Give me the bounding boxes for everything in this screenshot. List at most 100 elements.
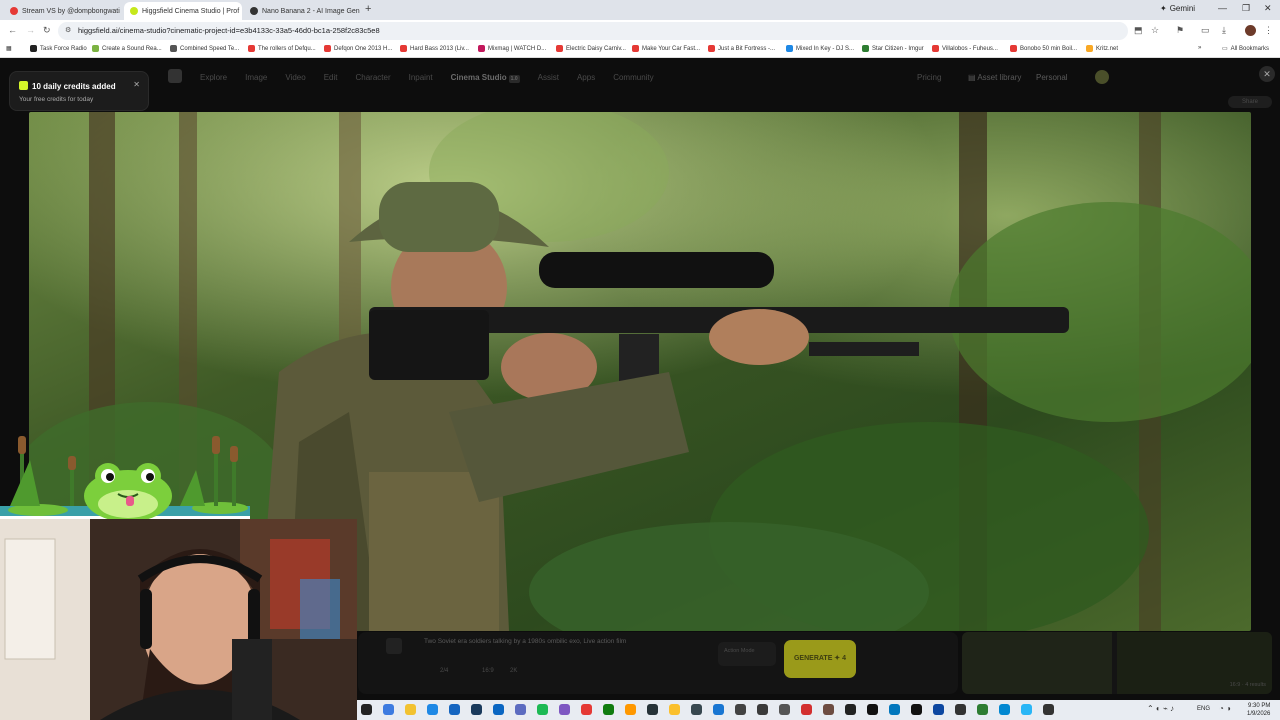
- action-mode-toggle[interactable]: Action Mode: [718, 642, 776, 666]
- bookmark-14[interactable]: Kritz.net: [1086, 45, 1118, 52]
- bookmark-star-icon[interactable]: ☆: [1151, 25, 1159, 36]
- close-window-icon[interactable]: ✕: [1264, 3, 1272, 14]
- app-icon[interactable]: [713, 704, 724, 715]
- close-tab-icon[interactable]: ✕: [239, 7, 242, 16]
- site-info-icon[interactable]: ⚙: [65, 26, 71, 34]
- app-icon[interactable]: [647, 704, 658, 715]
- app-icon[interactable]: [889, 704, 900, 715]
- batch-count[interactable]: 2/4: [440, 668, 448, 674]
- bookmark-11[interactable]: Star Citizen - Imgur: [862, 45, 924, 52]
- app-icon[interactable]: [625, 704, 636, 715]
- extensions-icon[interactable]: ⚑: [1176, 25, 1184, 36]
- app-icon[interactable]: [757, 704, 768, 715]
- profile-avatar[interactable]: [1245, 25, 1256, 36]
- back-icon[interactable]: ←: [8, 25, 17, 35]
- nav-edit[interactable]: Edit: [324, 73, 338, 82]
- forward-icon[interactable]: →: [26, 25, 35, 35]
- network-volume-icons[interactable]: ◔ ◑: [1219, 704, 1231, 713]
- taskbar-clock[interactable]: 9:30 PM 1/9/2026: [1247, 702, 1270, 718]
- xbox-icon[interactable]: [603, 704, 614, 715]
- app-icon[interactable]: [955, 704, 966, 715]
- app-icon[interactable]: [581, 704, 592, 715]
- teams-icon[interactable]: [515, 704, 526, 715]
- app-icon[interactable]: [1043, 704, 1054, 715]
- close-toast-icon[interactable]: ✕: [133, 80, 140, 89]
- copilot-icon[interactable]: [383, 704, 394, 715]
- bookmark-9[interactable]: Just a Bit Fortress -...: [708, 45, 775, 52]
- spotify-icon[interactable]: [537, 704, 548, 715]
- bookmark-2[interactable]: Combined Speed Te...: [170, 45, 239, 52]
- close-tab-icon[interactable]: ✕: [120, 7, 122, 16]
- minimize-icon[interactable]: —: [1218, 3, 1227, 13]
- steam-icon[interactable]: [471, 704, 482, 715]
- nav-inpaint[interactable]: Inpaint: [409, 73, 433, 82]
- app-icon[interactable]: [867, 704, 878, 715]
- reference-image-slot[interactable]: [386, 638, 402, 654]
- tray-icons[interactable]: ⌃ ◐ ⌁ ♪: [1147, 704, 1174, 713]
- maximize-icon[interactable]: ❐: [1242, 3, 1250, 14]
- bookmark-12[interactable]: Villalobos - Fuheus...: [932, 45, 998, 52]
- app-icon[interactable]: [933, 704, 944, 715]
- close-modal-button[interactable]: ✕: [1259, 66, 1275, 82]
- generate-button[interactable]: GENERATE ✦ 4: [784, 640, 856, 678]
- nav-assist[interactable]: Assist: [538, 73, 559, 82]
- all-bookmarks[interactable]: ▭ All Bookmarks: [1222, 45, 1269, 53]
- app-icon[interactable]: [779, 704, 790, 715]
- app-icon[interactable]: [691, 704, 702, 715]
- app-icon[interactable]: [1021, 704, 1032, 715]
- resolution[interactable]: 2K: [510, 668, 517, 674]
- prompt-input[interactable]: Two Soviet era soldiers talking by a 198…: [424, 638, 626, 645]
- install-app-icon[interactable]: ⬒: [1134, 25, 1143, 36]
- app-icon[interactable]: [911, 704, 922, 715]
- bookmark-8[interactable]: Make Your Car Fast...: [632, 45, 700, 52]
- menu-icon[interactable]: ⋮: [1264, 25, 1273, 36]
- store-icon[interactable]: [449, 704, 460, 715]
- close-tab-icon[interactable]: ✕: [360, 7, 362, 16]
- downloads-icon[interactable]: ⤓: [1222, 25, 1226, 36]
- nav-video[interactable]: Video: [285, 73, 305, 82]
- chrome-icon[interactable]: [669, 704, 680, 715]
- app-icon[interactable]: [801, 704, 812, 715]
- app-icon[interactable]: [559, 704, 570, 715]
- browser-tab-2[interactable]: Nano Banana 2 - AI Image Gen ✕: [244, 2, 362, 20]
- address-bar[interactable]: ⚙ higgsfield.ai/cinema-studio?cinematic-…: [58, 22, 1128, 40]
- app-icon[interactable]: [999, 704, 1010, 715]
- app-icon[interactable]: [735, 704, 746, 715]
- personal-workspace[interactable]: Personal: [1036, 73, 1068, 82]
- file-explorer-icon[interactable]: [405, 704, 416, 715]
- apps-icon[interactable]: ▦: [6, 45, 12, 52]
- nav-apps[interactable]: Apps: [577, 73, 595, 82]
- aspect-ratio[interactable]: 16:9: [482, 668, 494, 674]
- new-tab-button[interactable]: +: [365, 3, 371, 15]
- nav-explore[interactable]: Explore: [200, 73, 227, 82]
- bookmark-6[interactable]: Mixmag | WATCH D...: [478, 45, 546, 52]
- nav-image[interactable]: Image: [245, 73, 267, 82]
- nav-cinema-studio[interactable]: Cinema Studio 1.0: [451, 73, 520, 83]
- bookmark-10[interactable]: Mixed In Key - DJ S...: [786, 45, 854, 52]
- start-icon[interactable]: [361, 704, 372, 715]
- asset-library-button[interactable]: ▤ Asset library: [968, 73, 1021, 82]
- bookmark-0[interactable]: Task Force Radio: [30, 45, 87, 52]
- nav-community[interactable]: Community: [613, 73, 653, 82]
- bookmark-5[interactable]: Hard Bass 2013 (Liv...: [400, 45, 469, 52]
- gemini-button[interactable]: ✦ Gemini: [1160, 4, 1195, 13]
- app-icon[interactable]: [845, 704, 856, 715]
- browser-tab-1[interactable]: Higgsfield Cinema Studio | Prof ✕: [124, 2, 242, 20]
- nav-character[interactable]: Character: [355, 73, 390, 82]
- share-button[interactable]: Share: [1228, 96, 1272, 108]
- edge-icon[interactable]: [427, 704, 438, 715]
- browser-tab-0[interactable]: Stream VS by @dompbongwati ✕: [4, 2, 122, 20]
- language-indicator[interactable]: ENG: [1197, 706, 1210, 712]
- user-avatar[interactable]: [1095, 70, 1109, 84]
- bookmark-4[interactable]: Defqon One 2013 H...: [324, 45, 392, 52]
- bookmark-7[interactable]: Electric Daisy Carniv...: [556, 45, 626, 52]
- sidepanel-icon[interactable]: ▭: [1201, 25, 1210, 36]
- bookmark-13[interactable]: Bonobo 50 min Boil...: [1010, 45, 1077, 52]
- app-icon[interactable]: [823, 704, 834, 715]
- reload-icon[interactable]: ↻: [43, 25, 51, 36]
- bookmark-1[interactable]: Create a Sound Rea...: [92, 45, 162, 52]
- more-bookmarks-icon[interactable]: »: [1198, 45, 1201, 51]
- mail-icon[interactable]: [493, 704, 504, 715]
- thumbnail[interactable]: [962, 632, 1112, 694]
- bookmark-3[interactable]: The rollers of Defqu...: [248, 45, 316, 52]
